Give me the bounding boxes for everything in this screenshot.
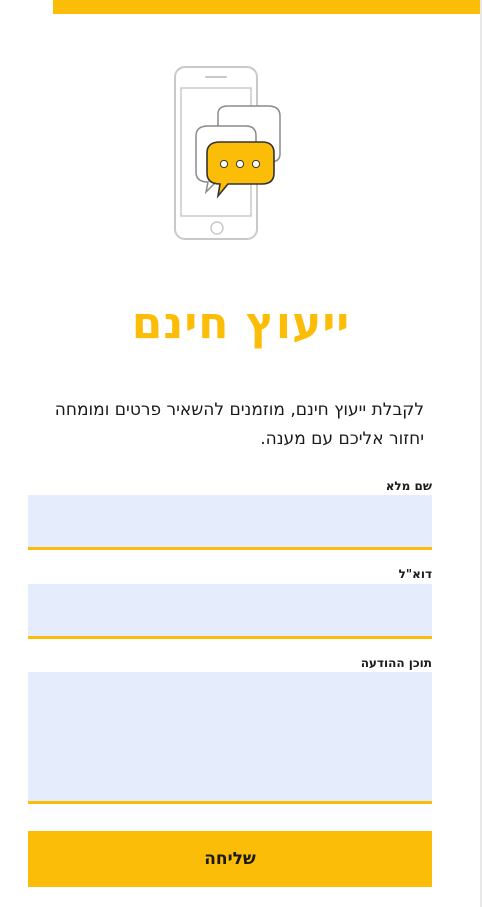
email-label: דוא"ל (398, 567, 432, 581)
message-label: תוכן ההודעה (360, 656, 432, 670)
message-textarea[interactable] (28, 672, 432, 804)
top-accent-bar (53, 0, 482, 14)
phone-chat-icon (174, 66, 281, 240)
email-input[interactable] (28, 584, 432, 639)
full-name-input[interactable] (28, 495, 432, 550)
intro-text: לקבלת ייעוץ חינם, מוזמנים להשאיר פרטים ו… (54, 400, 424, 449)
submit-button[interactable]: שליחה (28, 831, 432, 887)
page-title: ייעוץ חינם (131, 298, 351, 349)
full-name-label: שם מלא (385, 479, 432, 493)
